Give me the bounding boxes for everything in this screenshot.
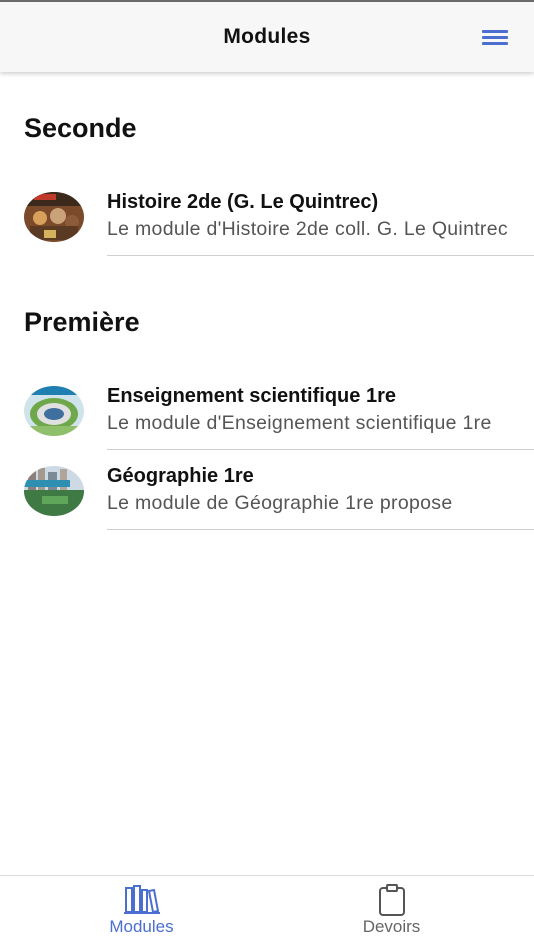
module-item-enseignement-scientifique[interactable]: Enseignement scientifique 1re Le module …	[0, 370, 534, 450]
clipboard-icon	[377, 884, 407, 921]
section-title-seconde: Seconde	[24, 113, 137, 143]
module-item-histoire-2de[interactable]: Histoire 2de (G. Le Quintrec) Le module …	[0, 176, 534, 256]
module-description: Le module d'Histoire 2de coll. G. Le Qui…	[107, 218, 508, 240]
module-title: Enseignement scientifique 1re	[107, 385, 396, 407]
app-header: Modules	[0, 2, 534, 72]
module-thumbnail	[24, 466, 84, 516]
module-description: Le module d'Enseignement scientifique 1r…	[107, 412, 492, 434]
tab-label: Modules	[109, 917, 174, 936]
tab-devoirs[interactable]: Devoirs	[258, 876, 525, 950]
tab-modules[interactable]: Modules	[8, 876, 275, 950]
module-thumbnail	[24, 192, 84, 242]
divider	[107, 529, 534, 530]
module-title: Géographie 1re	[107, 465, 254, 487]
module-title: Histoire 2de (G. Le Quintrec)	[107, 191, 379, 213]
bottom-tab-bar: Modules Devoirs	[0, 875, 534, 950]
books-icon	[123, 884, 160, 919]
tab-label: Devoirs	[362, 917, 421, 936]
page-title: Modules	[223, 25, 311, 48]
module-item-geographie-1re[interactable]: Géographie 1re Le module de Géographie 1…	[0, 450, 534, 530]
module-thumbnail	[24, 386, 84, 436]
hamburger-menu-icon[interactable]	[478, 24, 512, 50]
section-title-premiere: Première	[24, 307, 140, 337]
divider	[107, 255, 534, 256]
module-description: Le module de Géographie 1re propose	[107, 492, 453, 514]
